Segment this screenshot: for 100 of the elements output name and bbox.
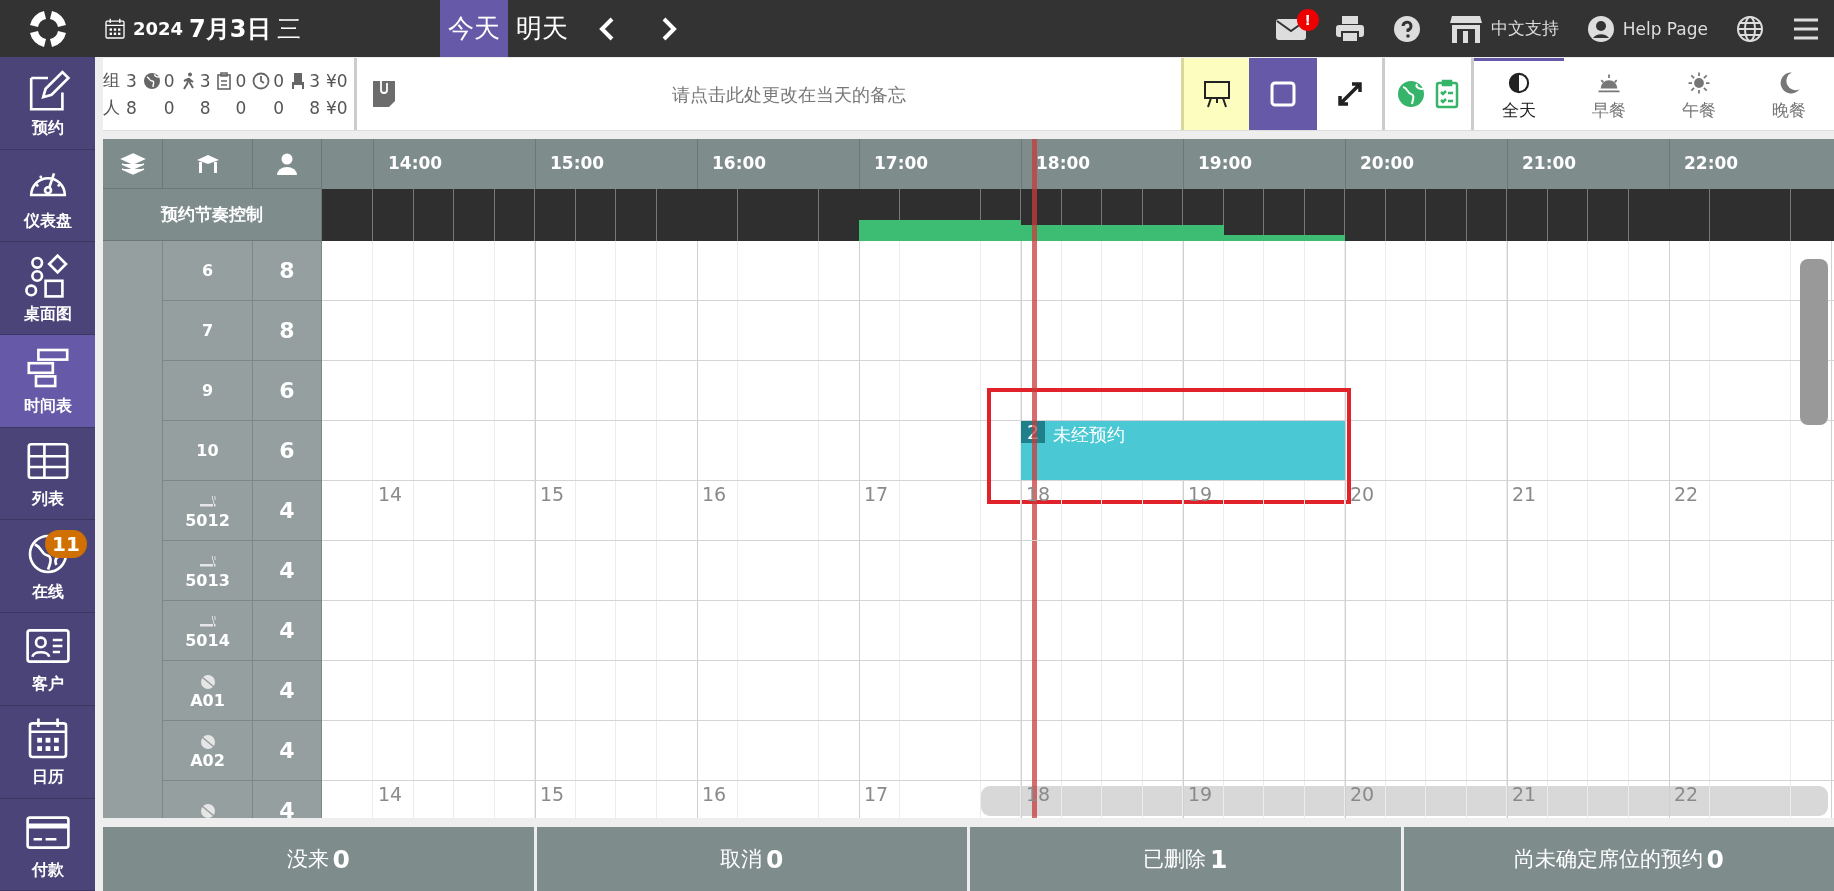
reservation-label: 未经预约 xyxy=(1053,423,1126,447)
status-label: 尚未确定席位的预约 xyxy=(1513,846,1703,873)
help-icon xyxy=(1392,14,1421,43)
square-button[interactable] xyxy=(1249,58,1317,130)
seat-count: 8 xyxy=(279,258,295,283)
status-label: 取消 xyxy=(720,846,763,873)
seat-count: 4 xyxy=(279,498,295,523)
sidebar-item[interactable]: 列表 xyxy=(0,427,95,521)
hour-mark: 15 xyxy=(540,783,565,805)
timeline-row[interactable] xyxy=(322,301,1834,361)
seat-count: 4 xyxy=(279,798,295,818)
hour-mark: 21 xyxy=(1512,483,1537,505)
day-button[interactable]: 明天 xyxy=(508,0,576,57)
chair-icon xyxy=(290,71,307,90)
hour-mark: 16 xyxy=(702,783,727,805)
summary-value: 0 xyxy=(163,97,175,118)
status-count: 0 xyxy=(1706,844,1724,874)
seat-count: 6 xyxy=(279,438,295,463)
table-name: 5012 xyxy=(185,511,230,530)
summary-value: 0 xyxy=(273,97,285,118)
status-summary[interactable]: 取消 0 xyxy=(536,827,967,891)
store-icon xyxy=(1448,13,1483,44)
help-button[interactable] xyxy=(1392,14,1421,43)
summary-value: 3 xyxy=(126,70,137,91)
next-button[interactable] xyxy=(660,15,678,42)
language-button[interactable] xyxy=(1736,14,1764,43)
hour-mark: 14 xyxy=(378,783,403,805)
vertical-scrollbar[interactable] xyxy=(1800,259,1828,425)
summary-value: 0 xyxy=(163,70,175,91)
mail-button[interactable] xyxy=(1274,16,1307,41)
chevron-right-icon xyxy=(660,15,678,42)
previous-button[interactable] xyxy=(598,15,616,42)
clock-icon xyxy=(252,71,271,90)
summary-money: ¥0 xyxy=(325,96,348,119)
alert-badge: ! xyxy=(1296,8,1319,31)
count-badge: 11 xyxy=(45,530,87,559)
sidebar-item[interactable]: 在线 11 xyxy=(0,520,95,614)
hour-mark: 14 xyxy=(378,483,403,505)
summary-value: 0 xyxy=(235,70,247,91)
globe-icon xyxy=(1736,14,1764,43)
hour-mark: 17 xyxy=(864,483,889,505)
summary-value: 0 xyxy=(235,97,247,118)
printer-icon xyxy=(1334,14,1365,43)
menu-icon xyxy=(1792,16,1820,41)
summary-value: 3 xyxy=(309,70,320,91)
hour-mark: 17 xyxy=(864,783,889,805)
walking-person-icon xyxy=(180,71,197,90)
seat-count: 4 xyxy=(279,618,295,643)
help-page-link[interactable]: Help Page xyxy=(1586,14,1708,43)
presentation-button[interactable] xyxy=(1181,58,1249,130)
status-summary[interactable]: 没来 0 xyxy=(103,827,534,891)
timeline-row[interactable] xyxy=(322,361,1834,421)
calendar-icon xyxy=(103,16,127,41)
hour-mark: 16 xyxy=(702,483,727,505)
hour-mark: 21 xyxy=(1512,783,1537,805)
table-name: A02 xyxy=(190,751,225,770)
status-summary[interactable]: 尚未确定席位的预约 0 xyxy=(1403,827,1834,891)
day-button[interactable]: 今天 xyxy=(440,0,508,57)
seat-count: 4 xyxy=(279,558,295,583)
seat-count: 4 xyxy=(279,678,295,703)
table-name: 7 xyxy=(201,321,214,340)
hour-mark: 22 xyxy=(1674,483,1699,505)
user-icon xyxy=(1586,14,1615,43)
seat-count: 4 xyxy=(279,738,295,763)
table-name: 6 xyxy=(201,261,214,280)
date-day: 7月3日 xyxy=(189,12,271,45)
hour-mark: 20 xyxy=(1350,783,1375,805)
status-label: 没来 xyxy=(286,846,329,873)
status-count: 0 xyxy=(332,844,350,874)
chevron-left-icon xyxy=(598,15,616,42)
print-button[interactable] xyxy=(1334,14,1365,43)
person-icon[interactable] xyxy=(275,151,299,176)
status-count: 1 xyxy=(1210,844,1228,874)
hour-mark: 15 xyxy=(540,483,565,505)
memo-field[interactable]: 请点击此处更改在当天的备忘 xyxy=(396,82,1181,106)
square-icon xyxy=(1268,79,1298,109)
easel-icon xyxy=(1201,79,1232,109)
globe-icon xyxy=(142,71,161,90)
weekday: 三 xyxy=(276,13,301,45)
menu-button[interactable] xyxy=(1792,16,1820,41)
hour-mark: 19 xyxy=(1188,783,1213,805)
sidebar-item[interactable]: 日历 xyxy=(0,705,95,799)
summary-value: 8 xyxy=(199,97,211,118)
sidebar-item[interactable]: 付款 xyxy=(0,798,95,891)
summary-value: 3 xyxy=(199,70,211,91)
envelope-icon xyxy=(1274,16,1307,41)
layers-icon[interactable] xyxy=(119,151,146,176)
sidebar-item[interactable]: 仪表盘 xyxy=(0,149,95,243)
sidebar-item[interactable]: 预约 xyxy=(0,57,95,150)
hour-mark: 19 xyxy=(1188,483,1213,505)
checklist-icon[interactable] xyxy=(1435,79,1459,109)
clipboard-icon xyxy=(216,71,233,90)
summary-label: 人 xyxy=(103,96,120,119)
globe-icon[interactable] xyxy=(1397,80,1425,108)
support-button[interactable]: 中文支持 xyxy=(1448,13,1559,44)
sidebar-item[interactable]: 时间表 xyxy=(0,335,95,428)
table-name: 5014 xyxy=(185,631,230,650)
hour-mark: 22 xyxy=(1674,783,1699,805)
status-summary[interactable]: 已删除 1 xyxy=(970,827,1401,891)
sidebar-item[interactable]: 客户 xyxy=(0,613,95,706)
